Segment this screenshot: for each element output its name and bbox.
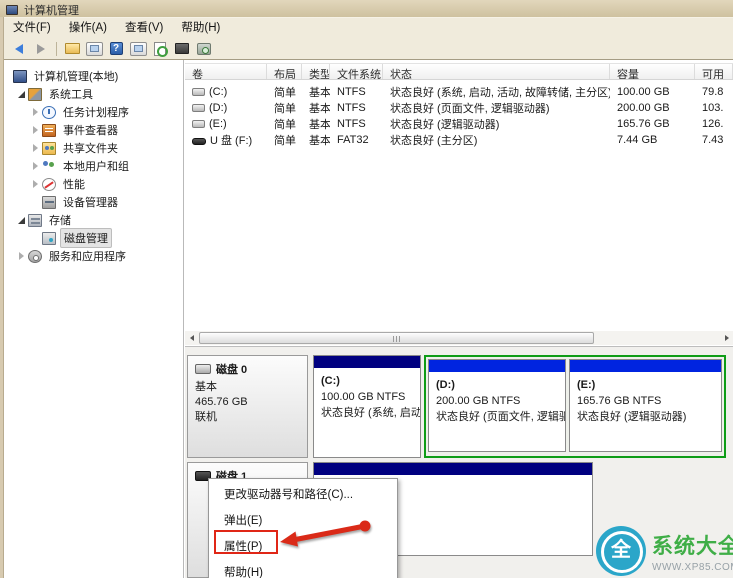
horizontal-scrollbar[interactable] <box>185 331 733 345</box>
collapsed-arrow-icon[interactable] <box>30 180 40 188</box>
computer-icon <box>13 69 27 83</box>
column-header-free[interactable]: 可用 <box>695 64 733 79</box>
column-header-capacity[interactable]: 容量 <box>610 64 695 79</box>
tree-item-shared-folders[interactable]: 共享文件夹 <box>4 139 183 157</box>
back-icon[interactable] <box>10 41 28 57</box>
tree-item-storage[interactable]: 存储 <box>4 211 183 229</box>
menu-file[interactable]: 文件(F) <box>4 18 60 38</box>
menu-view[interactable]: 查看(V) <box>116 18 172 38</box>
menu-item-help[interactable]: 帮助(H) <box>209 560 397 578</box>
collapsed-arrow-icon[interactable] <box>30 144 40 152</box>
expanded-arrow-icon[interactable] <box>16 90 26 98</box>
tree-item-services-applications[interactable]: 服务和应用程序 <box>4 247 183 265</box>
help-icon[interactable]: ? <box>107 41 125 57</box>
scrollbar-thumb[interactable] <box>199 332 594 344</box>
column-header-volume[interactable]: 卷 <box>185 64 267 79</box>
logical-drive-strip <box>429 360 565 372</box>
tree-item-performance[interactable]: 性能 <box>4 175 183 193</box>
extended-partition-box: (D:) 200.00 GB NTFS 状态良好 (页面文件, 逻辑驱 (E:)… <box>424 355 726 458</box>
app-icon <box>6 5 18 15</box>
menu-bar: 文件(F) 操作(A) 查看(V) 帮助(H) <box>4 17 733 38</box>
title-bar[interactable]: 计算机管理 <box>0 0 733 17</box>
tools-icon <box>28 87 42 101</box>
partition-d[interactable]: (D:) 200.00 GB NTFS 状态良好 (页面文件, 逻辑驱 <box>428 359 566 452</box>
menu-item-change-drive-letter[interactable]: 更改驱动器号和路径(C)... <box>209 482 397 508</box>
clock-icon <box>42 105 56 119</box>
scrollbar-track[interactable] <box>198 331 720 345</box>
console-window-icon[interactable] <box>85 41 103 57</box>
event-log-icon <box>42 123 56 137</box>
watermark-title: 系统大全 <box>652 535 733 558</box>
collapsed-arrow-icon[interactable] <box>16 252 26 260</box>
device-manager-icon <box>42 195 56 209</box>
console-window-icon[interactable] <box>129 41 147 57</box>
toolbar-separator <box>56 41 57 56</box>
column-header-status[interactable]: 状态 <box>383 64 610 79</box>
gear-icon[interactable] <box>195 41 213 57</box>
column-header-type[interactable]: 类型 <box>302 64 330 79</box>
tree-item-computer-management[interactable]: 计算机管理(本地) <box>4 67 183 85</box>
disk-management-icon <box>42 231 56 245</box>
context-menu: 更改驱动器号和路径(C)... 弹出(E) 属性(P) 帮助(H) <box>208 478 398 578</box>
collapsed-arrow-icon[interactable] <box>30 162 40 170</box>
console-tree: 计算机管理(本地) 系统工具 任务计划程序 事件查看器 共享文件夹 本地用户和组 <box>4 60 184 578</box>
collapsed-arrow-icon[interactable] <box>30 126 40 134</box>
storage-icon <box>28 213 42 227</box>
scroll-right-icon[interactable] <box>720 331 733 345</box>
usb-drive-icon <box>192 138 206 145</box>
tree-item-system-tools[interactable]: 系统工具 <box>4 85 183 103</box>
selected-tree-label: 磁盘管理 <box>60 228 112 248</box>
forward-icon[interactable] <box>32 41 50 57</box>
partition-e[interactable]: (E:) 165.76 GB NTFS 状态良好 (逻辑驱动器) <box>569 359 722 452</box>
window-title: 计算机管理 <box>24 5 79 17</box>
drive-icon <box>192 104 205 112</box>
menu-help[interactable]: 帮助(H) <box>172 18 229 38</box>
primary-partition-strip <box>314 356 420 368</box>
drive-icon <box>192 120 205 128</box>
shared-folder-icon <box>42 141 56 155</box>
toolbar: ? <box>4 38 733 60</box>
folder-icon[interactable] <box>63 41 81 57</box>
table-row-volume-f[interactable]: U 盘 (F:) 简单 基本 FAT32 状态良好 (主分区) 7.44 GB … <box>185 132 733 148</box>
tree-item-event-viewer[interactable]: 事件查看器 <box>4 121 183 139</box>
briefcase-icon[interactable] <box>173 41 191 57</box>
disk-icon <box>195 364 211 374</box>
performance-icon <box>42 177 56 191</box>
annotation-highlight-rect <box>214 530 278 554</box>
volume-table-header: 卷 布局 类型 文件系统 状态 容量 可用 <box>185 63 733 80</box>
volume-list-pane: 卷 布局 类型 文件系统 状态 容量 可用 (C:) 简单 基本 NTFS 状态… <box>185 60 733 347</box>
watermark-logo-icon: 全 <box>596 526 646 576</box>
drive-icon <box>192 88 205 96</box>
primary-partition-strip <box>314 463 592 475</box>
column-header-filesystem[interactable]: 文件系统 <box>330 64 383 79</box>
table-row-volume-d[interactable]: (D:) 简单 基本 NTFS 状态良好 (页面文件, 逻辑驱动器) 200.0… <box>185 100 733 116</box>
menu-action[interactable]: 操作(A) <box>60 18 116 38</box>
watermark: 全 系统大全 WWW.XP85.COM <box>596 526 733 578</box>
watermark-url: WWW.XP85.COM <box>652 562 733 573</box>
tree-item-device-manager[interactable]: 设备管理器 <box>4 193 183 211</box>
users-icon <box>42 160 56 173</box>
logical-drive-strip <box>570 360 721 372</box>
expanded-arrow-icon[interactable] <box>16 216 26 224</box>
column-header-layout[interactable]: 布局 <box>267 64 302 79</box>
table-row-volume-c[interactable]: (C:) 简单 基本 NTFS 状态良好 (系统, 启动, 活动, 故障转储, … <box>185 84 733 100</box>
refresh-icon[interactable] <box>151 41 169 57</box>
disk0-label-box[interactable]: 磁盘 0 基本 465.76 GB 联机 <box>187 355 308 458</box>
scroll-left-icon[interactable] <box>185 331 198 345</box>
computer-management-window: 计算机管理 文件(F) 操作(A) 查看(V) 帮助(H) ? 计算机管理(本地… <box>0 0 733 578</box>
table-row-volume-e[interactable]: (E:) 简单 基本 NTFS 状态良好 (逻辑驱动器) 165.76 GB 1… <box>185 116 733 132</box>
collapsed-arrow-icon[interactable] <box>30 108 40 116</box>
partition-c[interactable]: (C:) 100.00 GB NTFS 状态良好 (系统, 启动, 活动 <box>313 355 421 458</box>
tree-item-task-scheduler[interactable]: 任务计划程序 <box>4 103 183 121</box>
tree-item-local-users-groups[interactable]: 本地用户和组 <box>4 157 183 175</box>
services-icon <box>28 249 42 263</box>
tree-item-disk-management[interactable]: 磁盘管理 <box>4 228 183 248</box>
